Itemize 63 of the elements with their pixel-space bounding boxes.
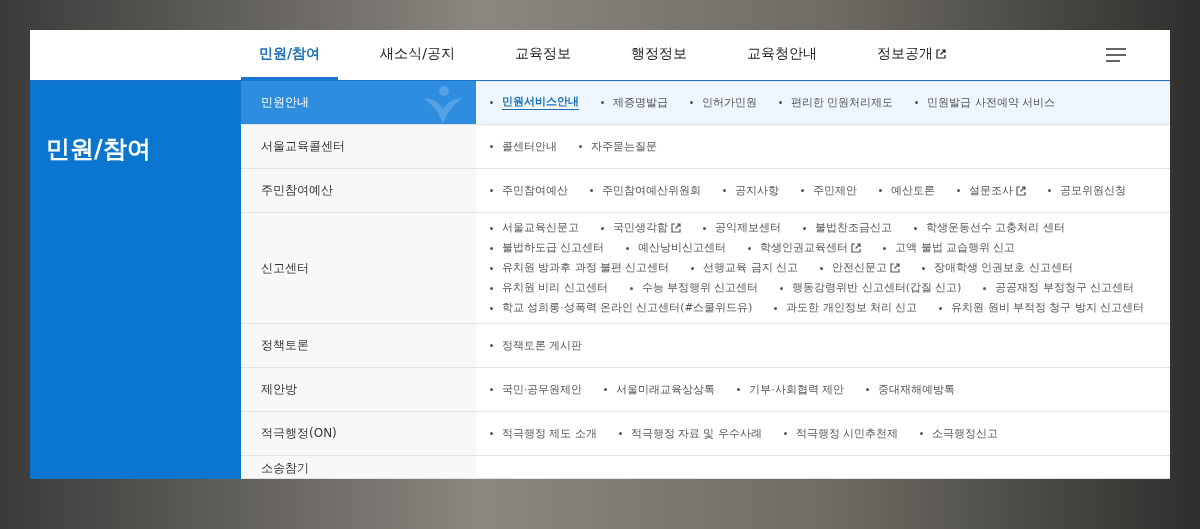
nav-tab[interactable]: 행정정보 — [612, 30, 705, 80]
category-item[interactable]: 서울교육콜센터 — [241, 125, 476, 168]
submenu-link[interactable]: 장애학생 인권보호 신고센터 — [922, 261, 1073, 275]
nav-tab[interactable]: 새소식/공지 — [362, 30, 473, 80]
submenu-link[interactable]: 콜센터안내 — [490, 139, 557, 154]
external-link-icon — [851, 243, 862, 253]
category-item[interactable]: 정책토론 — [241, 324, 476, 367]
category-item[interactable]: 주민참여예산 — [241, 169, 476, 212]
submenu-link[interactable]: 학교 성희롱·성폭력 온라인 신고센터(#스쿨위드유) — [490, 301, 753, 315]
submenu-link[interactable]: 불법하도급 신고센터 — [490, 241, 605, 255]
submenu-link[interactable]: 공모위원신청 — [1048, 183, 1126, 198]
menu-icon — [1106, 48, 1126, 62]
submenu-link[interactable]: 제증명발급 — [601, 95, 668, 110]
submenu-link[interactable]: 학생운동선수 고충처리 센터 — [914, 221, 1065, 235]
submenu-link[interactable]: 소극행정신고 — [920, 426, 999, 441]
submenu-link[interactable]: 적극행정 제도 소개 — [490, 426, 597, 441]
external-link-icon — [935, 48, 946, 59]
submenu-link[interactable]: 예산토론 — [879, 183, 935, 198]
submenu-link[interactable]: 선행교육 금지 신고 — [691, 261, 799, 275]
category-item[interactable]: 제안방 — [241, 368, 476, 411]
nav-tab[interactable]: 정보공개 — [858, 30, 964, 80]
submenu-link[interactable]: 적극행정 시민추천제 — [783, 426, 899, 441]
submenu-link[interactable]: 학생인권교육센터 — [748, 241, 862, 255]
external-link-icon — [1016, 185, 1026, 196]
submenu-link[interactable]: 국민생각함 — [601, 221, 681, 235]
category-item[interactable]: 소송참기 — [241, 456, 476, 478]
submenu-link[interactable]: 국민·공무원제안 — [490, 382, 583, 397]
submenu-link[interactable]: 기부·사회협력 제안 — [737, 382, 845, 397]
submenu-link[interactable]: 과도한 개인정보 처리 신고 — [774, 301, 918, 315]
submenu-link[interactable]: 설문조사 — [957, 183, 1026, 198]
submenu-link[interactable]: 적극행정 자료 및 우수사례 — [618, 426, 762, 441]
submenu-link[interactable]: 고액 불법 교습행위 신고 — [883, 241, 1016, 255]
submenu-link[interactable]: 주민참여예산위원회 — [590, 183, 701, 198]
submenu-link[interactable]: 공공재정 부정청구 신고센터 — [983, 281, 1134, 295]
section-title: 민원/참여 — [46, 134, 152, 165]
submenu-link[interactable]: 공익제보센터 — [703, 221, 781, 235]
external-link-icon — [890, 263, 901, 273]
nav-tab[interactable]: 교육청안내 — [728, 30, 835, 80]
submenu-link[interactable]: 주민제안 — [801, 183, 857, 198]
submenu-link[interactable]: 정책토론 게시판 — [490, 338, 583, 353]
submenu-link[interactable]: 유치원 원비 부적정 청구 방지 신고센터 — [939, 301, 1145, 315]
submenu-link[interactable]: 안전신문고 — [820, 261, 901, 275]
nav-tab[interactable]: 교육정보 — [496, 30, 589, 80]
category-item[interactable]: 민원안내 — [241, 81, 476, 124]
submenu-link[interactable]: 수능 부정행위 신고센터 — [629, 281, 759, 295]
submenu-link[interactable]: 주민참여예산 — [490, 183, 568, 198]
submenu-link[interactable]: 불법찬조금신고 — [803, 221, 892, 235]
submenu-link[interactable]: 예산낭비신고센터 — [626, 241, 727, 255]
submenu-link[interactable]: 유치원 비리 신고센터 — [490, 281, 608, 295]
submenu-link[interactable]: 공지사항 — [723, 183, 779, 198]
submenu-link[interactable]: 편리한 민원처리제도 — [779, 95, 894, 110]
external-link-icon — [671, 223, 681, 233]
category-item[interactable]: 적극행정(ON) — [241, 412, 476, 455]
submenu-link[interactable]: 유치원 방과후 과정 불편 신고센터 — [490, 261, 670, 275]
submenu-link[interactable]: 중대재해예방톡 — [866, 382, 956, 397]
submenu-link[interactable]: 행동강령위반 신고센터(갑질 신고) — [780, 281, 962, 295]
submenu-link[interactable]: 서울미래교육상상톡 — [604, 382, 716, 397]
category-item[interactable]: 신고센터 — [241, 213, 476, 323]
submenu-link[interactable]: 자주묻는질문 — [579, 139, 657, 154]
submenu-link[interactable]: 민원서비스안내 — [490, 95, 579, 110]
submenu-link[interactable]: 인허가민원 — [690, 95, 757, 110]
submenu-link[interactable]: 민원발급 사전예약 서비스 — [915, 95, 1056, 110]
submenu-link[interactable]: 서울교육신문고 — [490, 221, 579, 235]
